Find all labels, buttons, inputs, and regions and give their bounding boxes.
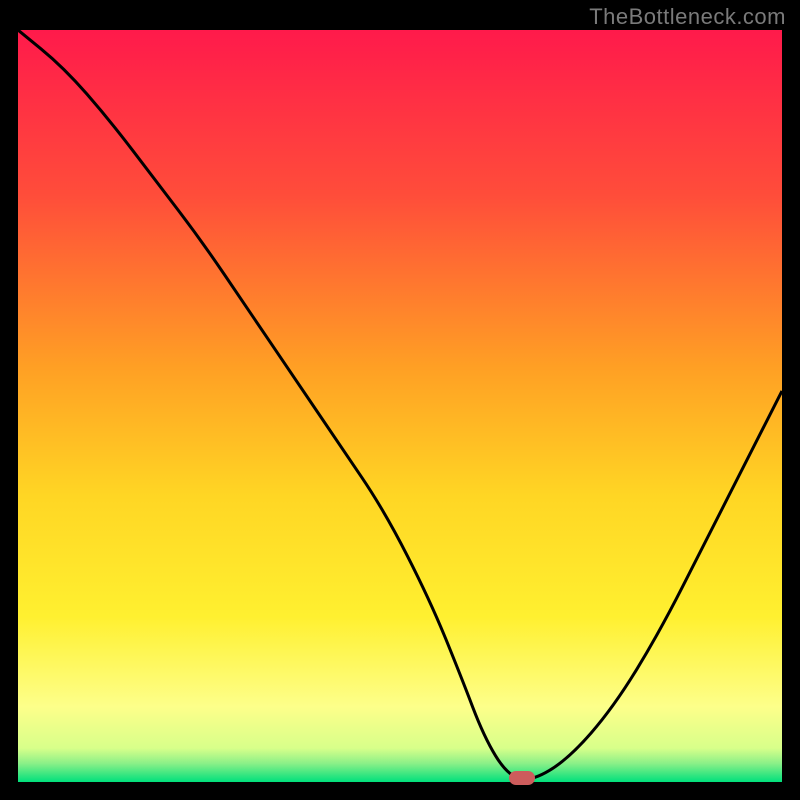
gradient-background bbox=[18, 30, 782, 782]
bottleneck-chart bbox=[18, 30, 782, 782]
chart-frame: TheBottleneck.com bbox=[0, 0, 800, 800]
chart-svg bbox=[18, 30, 782, 782]
watermark-text: TheBottleneck.com bbox=[589, 4, 786, 30]
optimal-point-marker bbox=[509, 771, 535, 785]
